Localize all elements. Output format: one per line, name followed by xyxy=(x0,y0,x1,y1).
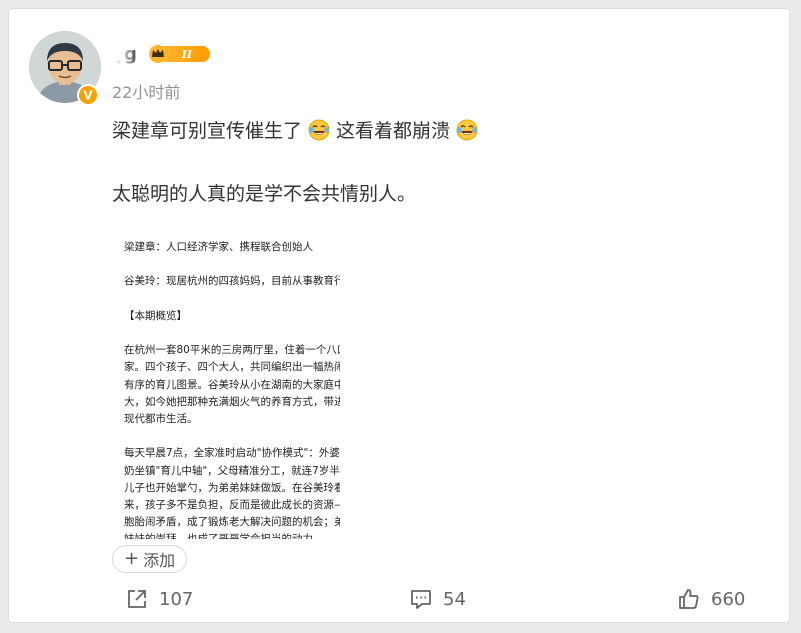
post-text-part-2: 这看着都崩溃 xyxy=(336,120,451,142)
post-text-part-1: 梁建章可别宣传催生了 xyxy=(112,120,303,142)
comment-count: 54 xyxy=(443,588,466,610)
avatar[interactable]: V xyxy=(29,31,101,106)
image-text-line: 现代都市生活。 xyxy=(124,413,198,425)
image-text-line: 谷美玲：现居杭州的四孩妈妈，目前从事教育行业 xyxy=(124,275,340,288)
image-text-line: 家。四个孩子、四个大人，共同编织出一幅热闹而 xyxy=(124,361,340,374)
image-text-line: 【本期概览】 xyxy=(124,309,187,322)
image-text-line: 大，如今她把那种充满烟火气的养育方式，带进了 xyxy=(124,395,340,408)
like-count: 660 xyxy=(711,588,746,610)
post-text-line-1: 梁建章可别宣传催生了 这看着都崩溃 xyxy=(112,117,772,145)
image-text-line: 妹妹的崇拜，也成了哥哥学会担当的动力。 xyxy=(124,531,324,539)
add-button[interactable]: + 添加 xyxy=(112,545,188,573)
weibo-post-card: V ¸g II 22小时前 梁建章可别宣传催生了 这看着都崩溃 太聪明的人真的是… xyxy=(8,8,790,623)
image-text-line: 在杭州一套80平米的三房两厅里，住着一个八口之 xyxy=(124,344,340,357)
plus-icon: + xyxy=(124,548,140,569)
verified-badge-icon: V xyxy=(77,84,99,106)
post-text-line-2: 太聪明的人真的是学不会共情别人。 xyxy=(112,183,417,205)
image-text-line: 每天早晨7点，全家准时启动"协作模式"：外婆和奶 xyxy=(124,447,340,460)
image-text-line: 胞胎闹矛盾，成了锻炼老大解决问题的机会；弟弟 xyxy=(124,516,340,529)
share-count: 107 xyxy=(159,588,194,610)
rank-badge[interactable]: II xyxy=(148,45,210,63)
svg-text:V: V xyxy=(83,89,93,103)
comment-button[interactable]: 54 xyxy=(409,585,466,613)
image-text-line: 有序的育儿图景。谷美玲从小在湖南的大家庭中长 xyxy=(124,378,340,391)
image-text-line: 来，孩子多不是负担，反而是彼此成长的资源——双 xyxy=(124,499,340,511)
comment-icon xyxy=(411,590,431,609)
rank-level: II xyxy=(163,46,210,62)
laughing-tears-emoji-icon xyxy=(308,119,330,141)
like-icon xyxy=(679,589,699,609)
share-icon xyxy=(128,590,146,608)
post-timestamp[interactable]: 22小时前 xyxy=(112,79,180,103)
image-text-line: 儿子也开始掌勺，为弟弟妹妹做饭。在谷美玲看 xyxy=(124,481,340,494)
add-button-label: 添加 xyxy=(143,551,176,570)
post-image[interactable]: 梁建章：人口经济学家、携程联合创始人谷美玲：现居杭州的四孩妈妈，目前从事教育行业… xyxy=(112,223,340,539)
image-text-line: 梁建章：人口经济学家、携程联合创始人 xyxy=(124,241,313,253)
username-row: ¸g II xyxy=(114,42,210,66)
image-text-line: 奶坐镇"育儿中轴"，父母精准分工，就连7岁半的大 xyxy=(124,464,340,477)
username[interactable]: ¸g xyxy=(114,44,138,65)
share-button[interactable]: 107 xyxy=(125,585,193,613)
laughing-tears-emoji-icon xyxy=(456,119,478,141)
like-button[interactable]: 660 xyxy=(677,585,745,613)
